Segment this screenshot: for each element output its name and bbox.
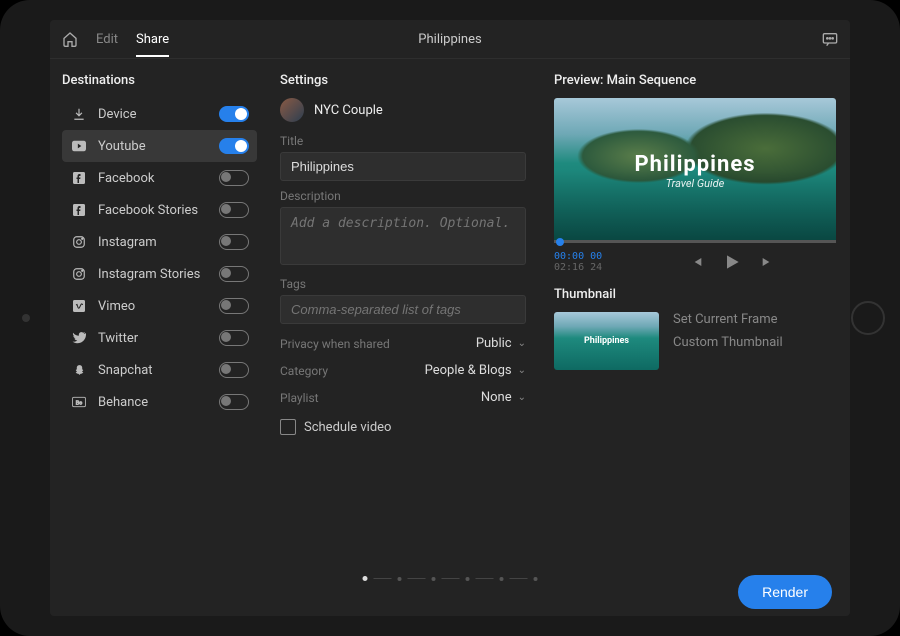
destination-toggle[interactable] <box>219 138 249 154</box>
destination-item-behance[interactable]: Be Behance <box>62 386 257 418</box>
destination-toggle[interactable] <box>219 266 249 282</box>
timecode-current: 00:00 00 <box>554 251 602 262</box>
destination-label: Device <box>98 107 219 122</box>
destination-toggle[interactable] <box>219 170 249 186</box>
settings-panel: Settings NYC Couple Title Description Ta… <box>265 59 540 568</box>
bottom-bar: Render <box>50 568 850 616</box>
destination-label: Youtube <box>98 139 219 154</box>
preview-video[interactable]: Philippines Travel Guide <box>554 98 836 243</box>
destination-item-facebook[interactable]: Facebook <box>62 162 257 194</box>
playlist-label: Playlist <box>280 391 319 405</box>
preview-overlay-title: Philippines <box>634 152 755 177</box>
description-input[interactable] <box>280 207 526 265</box>
privacy-select[interactable]: Public⌄ <box>476 336 526 351</box>
destination-label: Facebook Stories <box>98 203 219 218</box>
destination-label: Instagram Stories <box>98 267 219 282</box>
top-bar: Edit Share Philippines <box>50 20 850 59</box>
set-current-frame-button[interactable]: Set Current Frame <box>673 312 783 327</box>
category-select[interactable]: People & Blogs⌄ <box>425 363 526 378</box>
feedback-icon[interactable] <box>822 32 838 46</box>
destination-toggle[interactable] <box>219 202 249 218</box>
schedule-label: Schedule video <box>304 420 391 435</box>
destination-item-device[interactable]: Device <box>62 98 257 130</box>
instagram-icon <box>70 235 88 249</box>
snapchat-icon <box>70 364 88 377</box>
scroll-indicator <box>363 576 538 581</box>
destination-label: Behance <box>98 395 219 410</box>
destination-label: Snapchat <box>98 363 219 378</box>
destination-toggle[interactable] <box>219 298 249 314</box>
thumbnail-preview[interactable]: Philippines <box>554 312 659 370</box>
tab-edit[interactable]: Edit <box>96 32 118 47</box>
render-button[interactable]: Render <box>738 575 832 609</box>
destination-toggle[interactable] <box>219 106 249 122</box>
playhead[interactable] <box>556 238 564 246</box>
facebook-icon <box>70 204 88 216</box>
home-icon[interactable] <box>62 31 78 47</box>
destination-label: Vimeo <box>98 299 219 314</box>
thumbnail-title: Thumbnail <box>554 287 836 302</box>
vimeo-icon <box>70 300 88 312</box>
play-icon[interactable] <box>722 252 742 272</box>
privacy-label: Privacy when shared <box>280 337 390 351</box>
chevron-down-icon: ⌄ <box>518 365 526 376</box>
settings-title: Settings <box>280 73 526 88</box>
destination-item-vimeo[interactable]: Vimeo <box>62 290 257 322</box>
destination-label: Instagram <box>98 235 219 250</box>
destination-item-facebook-stories[interactable]: Facebook Stories <box>62 194 257 226</box>
destination-item-twitter[interactable]: Twitter <box>62 322 257 354</box>
tags-input[interactable] <box>280 295 526 324</box>
svg-text:Be: Be <box>76 400 83 406</box>
playlist-select[interactable]: None⌄ <box>481 390 526 405</box>
destination-item-instagram[interactable]: Instagram <box>62 226 257 258</box>
schedule-row[interactable]: Schedule video <box>280 419 526 435</box>
behance-icon: Be <box>70 396 88 408</box>
category-label: Category <box>280 364 328 378</box>
timeline[interactable] <box>554 240 836 243</box>
destination-item-instagram-stories[interactable]: Instagram Stories <box>62 258 257 290</box>
avatar <box>280 98 304 122</box>
chevron-down-icon: ⌄ <box>518 392 526 403</box>
preview-panel: Preview: Main Sequence Philippines Trave… <box>540 59 850 568</box>
youtube-icon <box>70 140 88 152</box>
title-input[interactable] <box>280 152 526 181</box>
destinations-title: Destinations <box>62 73 257 88</box>
account-row[interactable]: NYC Couple <box>280 98 526 122</box>
custom-thumbnail-button[interactable]: Custom Thumbnail <box>673 335 783 350</box>
destination-toggle[interactable] <box>219 394 249 410</box>
destination-toggle[interactable] <box>219 234 249 250</box>
description-label: Description <box>280 189 526 203</box>
tab-share[interactable]: Share <box>136 32 169 57</box>
destination-label: Twitter <box>98 331 219 346</box>
schedule-checkbox[interactable] <box>280 419 296 435</box>
transport-bar: 00:00 00 02:16 24 <box>554 251 836 273</box>
instagram-icon <box>70 267 88 281</box>
account-name: NYC Couple <box>314 103 383 118</box>
step-forward-icon[interactable] <box>760 254 776 270</box>
step-back-icon[interactable] <box>688 254 704 270</box>
destination-item-snapchat[interactable]: Snapchat <box>62 354 257 386</box>
destination-label: Facebook <box>98 171 219 186</box>
preview-overlay-sub: Travel Guide <box>666 177 725 190</box>
timecode-total: 02:16 24 <box>554 262 602 273</box>
destination-toggle[interactable] <box>219 330 249 346</box>
download-icon <box>70 107 88 121</box>
destinations-panel: Destinations Device Youtube Facebook Facebo… <box>50 59 265 568</box>
tags-label: Tags <box>280 277 526 291</box>
destination-item-youtube[interactable]: Youtube <box>62 130 257 162</box>
destination-toggle[interactable] <box>219 362 249 378</box>
twitter-icon <box>70 332 88 344</box>
title-label: Title <box>280 134 526 148</box>
chevron-down-icon: ⌄ <box>518 338 526 349</box>
facebook-icon <box>70 172 88 184</box>
preview-title: Preview: Main Sequence <box>554 73 836 88</box>
project-title: Philippines <box>418 32 481 47</box>
